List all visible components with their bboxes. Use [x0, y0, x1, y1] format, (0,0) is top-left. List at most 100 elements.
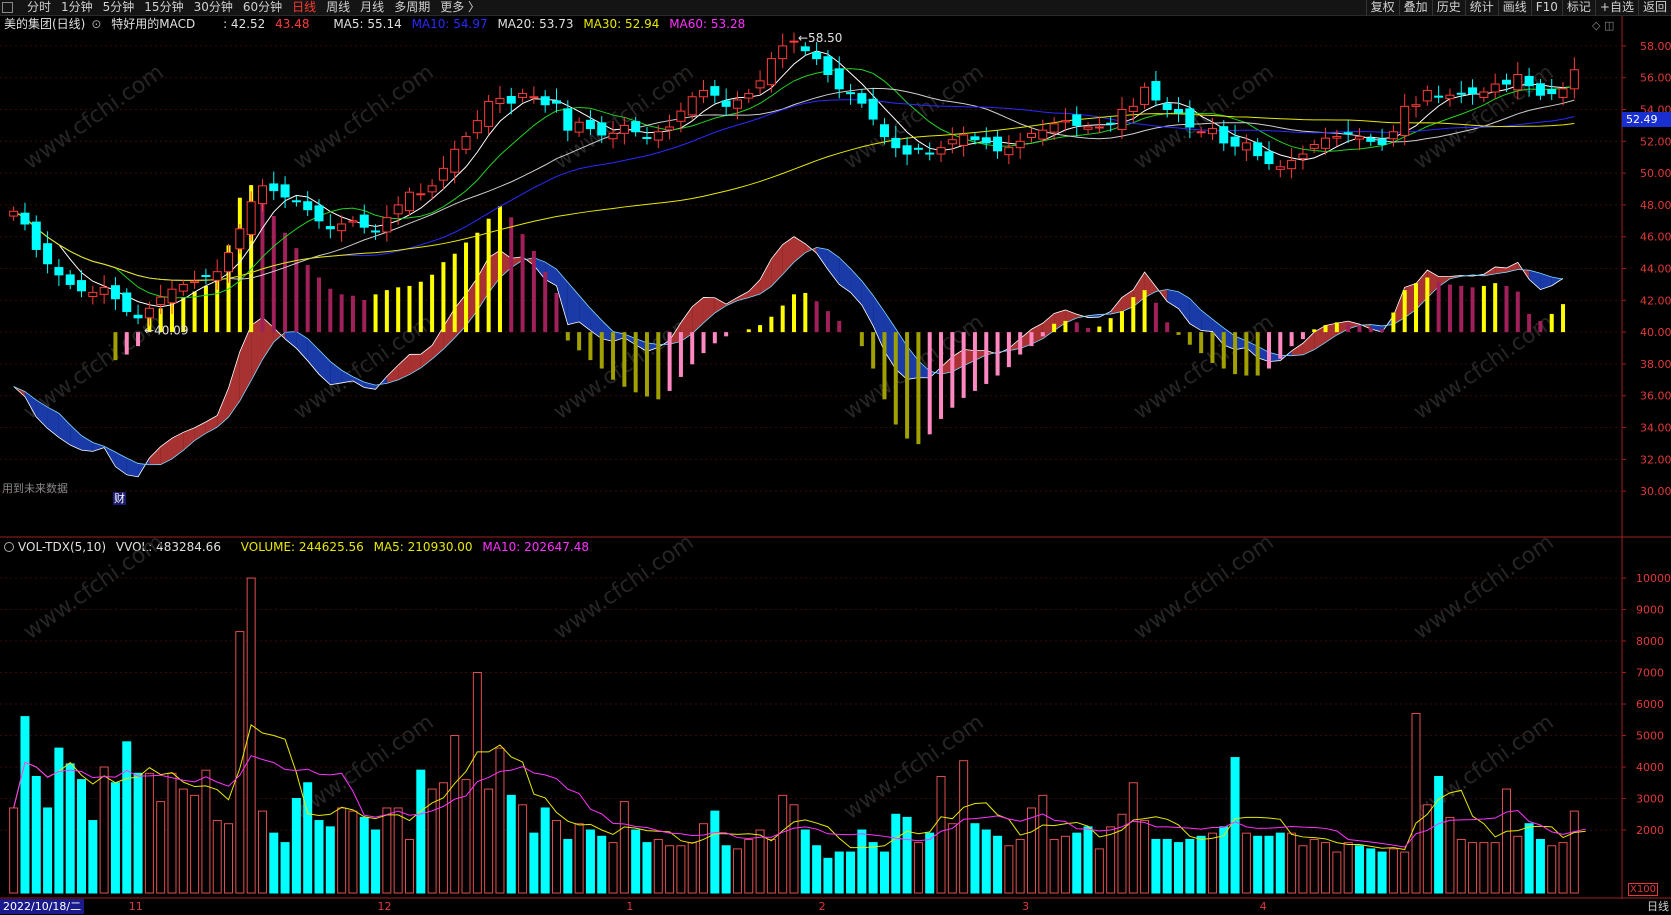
period-tab-1[interactable]: 1分钟	[56, 0, 98, 16]
candle-body	[416, 193, 426, 196]
volume-bar	[1060, 835, 1070, 894]
volume-bar	[1106, 826, 1116, 894]
macd-bar	[283, 232, 288, 333]
volume-bar	[993, 835, 1003, 894]
volume-bar	[1038, 794, 1048, 894]
volume-bar	[1264, 835, 1274, 894]
volume-axis-label: 6000	[1636, 698, 1664, 711]
toolbar-button-0[interactable]: 复权	[1365, 0, 1399, 16]
macd-bar	[237, 197, 242, 333]
volume-axis-label: 4000	[1636, 761, 1664, 774]
candle-body	[868, 98, 878, 120]
period-tab-10[interactable]: 更多 〉	[435, 0, 485, 16]
candle-body	[156, 296, 166, 305]
macd-bar	[317, 277, 322, 333]
candle-body	[608, 132, 618, 140]
macd-ribbon-segment	[70, 424, 82, 451]
toolbar-button-8[interactable]: 返回	[1637, 0, 1671, 16]
macd-bar	[1493, 283, 1498, 333]
toolbar-button-4[interactable]: 画线	[1497, 0, 1531, 16]
macd-bar	[430, 274, 435, 333]
macd-bar	[1086, 327, 1091, 333]
window-menu-icon[interactable]	[2, 2, 13, 13]
candle-body	[699, 89, 709, 98]
volume-unit-label: X100	[1628, 883, 1658, 896]
period-tab-5[interactable]: 60分钟	[238, 0, 287, 16]
macd-ribbon-segment	[420, 345, 433, 368]
toolbar-button-1[interactable]: 叠加	[1398, 0, 1432, 16]
period-tab-4[interactable]: 30分钟	[189, 0, 238, 16]
candle-body	[1501, 79, 1511, 85]
toolbar-button-7[interactable]: +自选	[1594, 0, 1638, 16]
macd-bar	[984, 332, 989, 384]
toolbar-button-3[interactable]: 统计	[1464, 0, 1498, 16]
period-tab-9[interactable]: 多周期	[389, 0, 435, 16]
candle-body	[461, 136, 471, 150]
candle-body	[495, 97, 505, 104]
candle-body	[631, 121, 641, 133]
volume-bar	[552, 820, 562, 894]
financial-report-badge[interactable]: 财	[113, 492, 126, 505]
volume-bar	[1174, 842, 1184, 894]
macd-bar	[396, 287, 401, 333]
macd-ribbon-segment	[183, 427, 195, 451]
volume-bar	[1275, 832, 1285, 894]
macd-bar	[1165, 322, 1170, 333]
volume-bar	[619, 801, 629, 894]
candle-body	[1230, 136, 1240, 147]
volume-bar	[1332, 851, 1342, 894]
volume-bar	[404, 838, 414, 894]
macd-ribbon-segment	[1167, 289, 1179, 309]
candle-body	[1468, 87, 1478, 95]
candle-body	[122, 292, 132, 312]
volume-bar	[574, 823, 584, 894]
macd-bar	[452, 253, 457, 333]
period-tab-6[interactable]: 日线	[287, 0, 321, 16]
macd-bar	[1357, 325, 1362, 333]
volume-bar	[755, 829, 765, 894]
period-tab-8[interactable]: 月线	[355, 0, 389, 16]
candle-body	[1072, 114, 1082, 126]
candle-body	[1298, 153, 1308, 159]
volume-axis-label: 5000	[1636, 730, 1664, 743]
candle-body	[857, 93, 867, 104]
macd-bar	[124, 332, 129, 355]
kline-chart[interactable]: 58.0056.0054.0052.0050.0048.0046.0044.00…	[0, 16, 1671, 899]
volume-bar	[1072, 832, 1082, 894]
volume-bar	[585, 829, 595, 894]
toolbar-button-2[interactable]: 历史	[1431, 0, 1465, 16]
volume-bar	[20, 716, 30, 894]
period-tab-3[interactable]: 15分钟	[139, 0, 188, 16]
volume-bar	[563, 838, 573, 894]
volume-bar	[913, 842, 923, 894]
volume-bar	[1241, 832, 1251, 894]
candle-body	[1128, 105, 1138, 112]
toolbar-button-6[interactable]: 标记	[1561, 0, 1595, 16]
macd-bar	[1233, 332, 1238, 375]
volume-bar	[291, 798, 301, 894]
period-tab-2[interactable]: 5分钟	[98, 0, 140, 16]
watermark: www.cfchi.com	[1409, 530, 1558, 645]
volume-bar	[1230, 757, 1240, 894]
period-tab-0[interactable]: 分时	[22, 0, 56, 16]
watermark: www.cfchi.com	[1129, 530, 1278, 645]
volume-bar	[1049, 838, 1059, 894]
candle-body	[1151, 81, 1161, 101]
candle-body	[1287, 159, 1297, 170]
volume-bar	[766, 838, 776, 894]
candle-body	[88, 291, 98, 298]
volume-bar	[43, 807, 53, 894]
macd-bar	[192, 291, 197, 333]
macd-bar	[588, 332, 593, 361]
candle-body	[9, 210, 19, 217]
period-tab-7[interactable]: 周线	[321, 0, 355, 16]
toolbar-button-5[interactable]: F10	[1530, 0, 1562, 16]
volume-bar	[653, 838, 663, 894]
macd-bar	[814, 301, 819, 333]
candle-body	[1049, 123, 1059, 133]
candle-body	[190, 280, 200, 284]
volume-bar	[1422, 804, 1432, 894]
macd-bar	[1481, 285, 1486, 333]
candle-body	[710, 86, 720, 96]
macd-bar	[554, 292, 559, 333]
